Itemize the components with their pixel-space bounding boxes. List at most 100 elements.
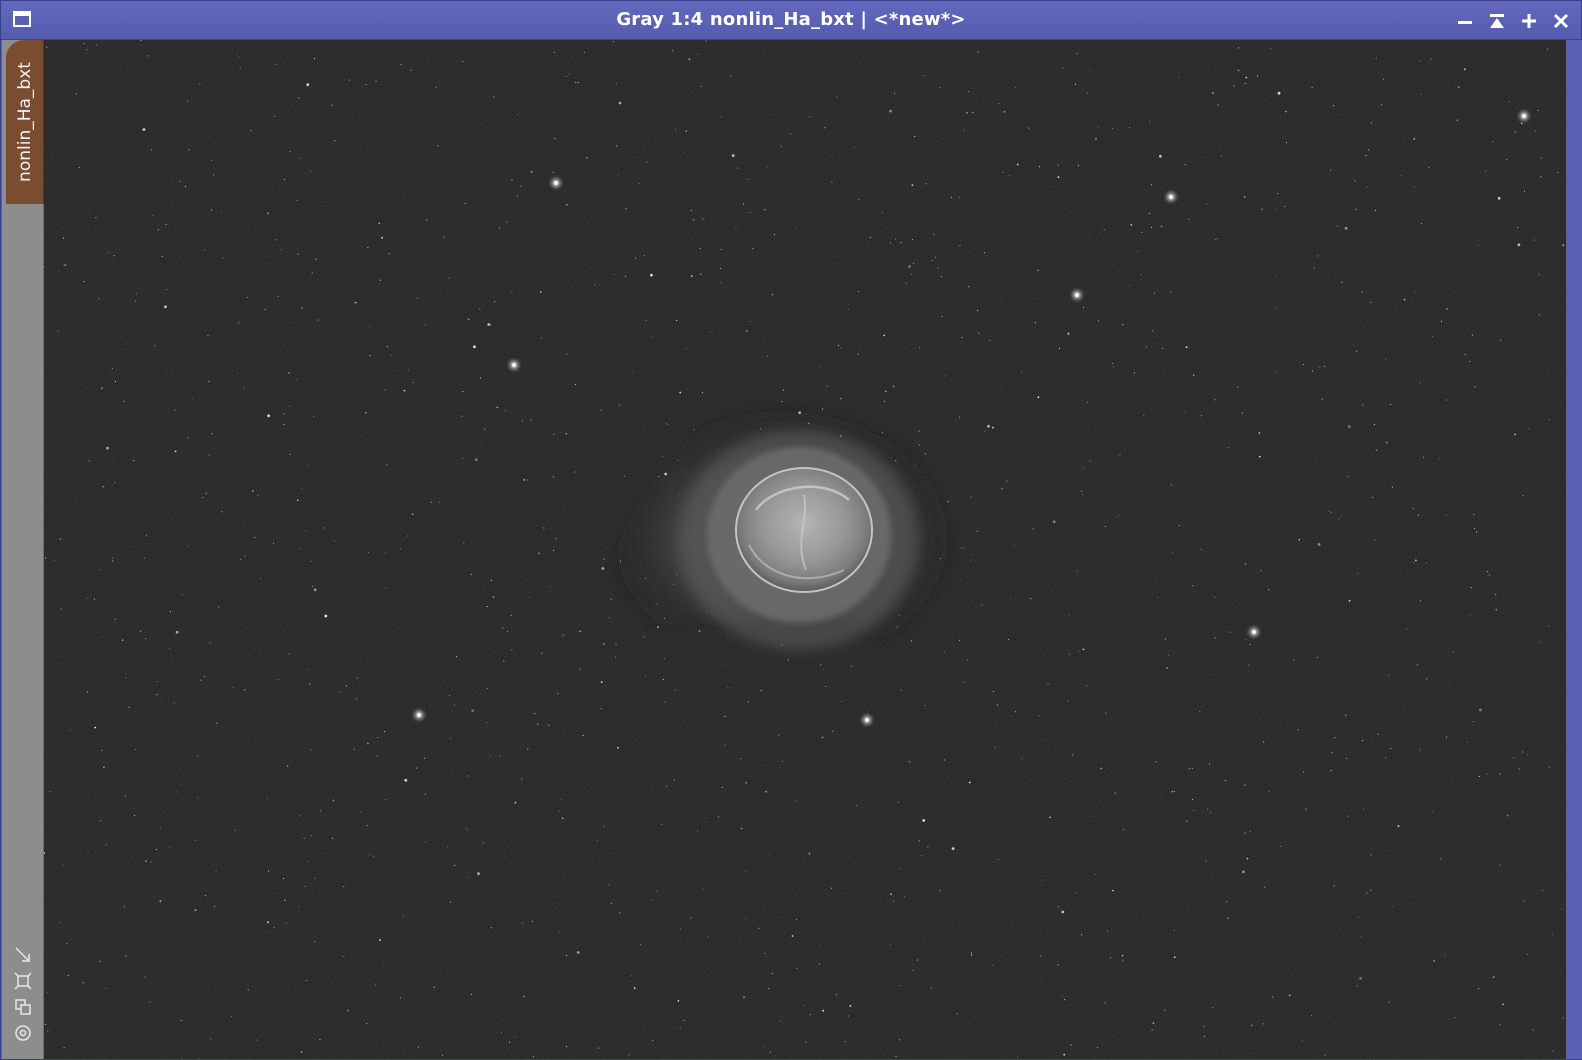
star <box>836 994 838 996</box>
star <box>1532 1029 1534 1031</box>
star <box>364 411 367 414</box>
star <box>883 334 886 337</box>
star <box>417 1046 419 1048</box>
star <box>487 323 491 326</box>
shade-button[interactable] <box>1487 11 1507 31</box>
star <box>1331 752 1333 754</box>
star <box>411 513 414 515</box>
star <box>1241 412 1243 414</box>
minimize-button[interactable] <box>1455 11 1475 31</box>
star <box>1476 531 1478 533</box>
star <box>1185 346 1188 349</box>
star <box>1471 334 1473 336</box>
star <box>537 723 539 725</box>
star <box>992 964 994 966</box>
star <box>114 381 116 383</box>
star <box>185 186 187 188</box>
star <box>749 320 751 323</box>
title-bar[interactable]: Gray 1:4 nonlin_Ha_bxt | <*new*> <box>1 1 1581 40</box>
star <box>95 217 97 219</box>
star <box>764 209 766 211</box>
star <box>1311 370 1314 372</box>
star <box>312 585 314 587</box>
star <box>1164 638 1166 640</box>
star <box>1086 401 1088 403</box>
star <box>462 60 464 62</box>
clone-view-icon[interactable] <box>14 998 32 1016</box>
star <box>511 291 513 293</box>
star <box>98 298 100 300</box>
star <box>1416 664 1418 666</box>
star <box>787 659 789 661</box>
star <box>924 453 926 455</box>
star <box>511 179 513 181</box>
star <box>745 330 748 332</box>
star <box>83 280 85 283</box>
star <box>93 598 95 600</box>
star <box>970 954 973 956</box>
star <box>66 943 68 945</box>
star <box>628 1054 630 1056</box>
star <box>1275 307 1277 309</box>
star <box>1275 371 1277 373</box>
star <box>959 639 961 641</box>
close-button[interactable] <box>1551 11 1571 31</box>
star <box>992 426 994 429</box>
star <box>1207 808 1209 810</box>
star <box>608 884 610 886</box>
star <box>437 145 439 147</box>
star <box>463 542 465 544</box>
star <box>454 865 456 867</box>
star <box>204 894 207 897</box>
star <box>1359 977 1362 980</box>
star <box>100 569 102 571</box>
star <box>467 318 470 321</box>
star <box>1277 193 1279 195</box>
star <box>645 676 647 678</box>
star <box>963 547 965 549</box>
star <box>984 430 986 432</box>
star <box>939 890 941 892</box>
star <box>486 721 488 724</box>
star <box>273 926 275 928</box>
maximize-button[interactable] <box>1519 11 1539 31</box>
star <box>1275 209 1277 211</box>
star <box>1400 174 1402 176</box>
star <box>355 698 358 700</box>
star <box>543 527 545 529</box>
zoom-to-fit-icon[interactable] <box>14 972 32 990</box>
star <box>1122 324 1124 326</box>
star <box>283 413 285 415</box>
star <box>1080 934 1083 936</box>
star <box>1433 960 1435 962</box>
star <box>1082 648 1085 651</box>
star <box>1540 176 1542 178</box>
star <box>161 255 163 258</box>
star <box>1118 514 1120 516</box>
star <box>765 166 768 168</box>
fit-view-icon[interactable] <box>14 946 32 964</box>
star <box>673 779 675 781</box>
star <box>1317 543 1321 546</box>
star <box>983 252 985 254</box>
star <box>1248 664 1250 666</box>
star <box>449 901 452 903</box>
star <box>289 453 291 456</box>
star <box>194 909 197 912</box>
center-view-icon[interactable] <box>14 1024 32 1042</box>
view-identifier-tab[interactable]: nonlin_Ha_bxt <box>6 40 44 204</box>
star <box>771 293 774 296</box>
star <box>157 229 159 231</box>
image-canvas[interactable] <box>44 40 1566 1059</box>
star <box>307 861 309 863</box>
star <box>244 689 246 691</box>
star <box>1413 137 1416 140</box>
star <box>1479 708 1482 712</box>
star <box>582 734 584 736</box>
star <box>577 82 579 84</box>
star <box>658 475 660 478</box>
star <box>1270 47 1272 50</box>
star <box>1016 163 1019 166</box>
star <box>509 1041 511 1043</box>
star <box>470 993 472 995</box>
